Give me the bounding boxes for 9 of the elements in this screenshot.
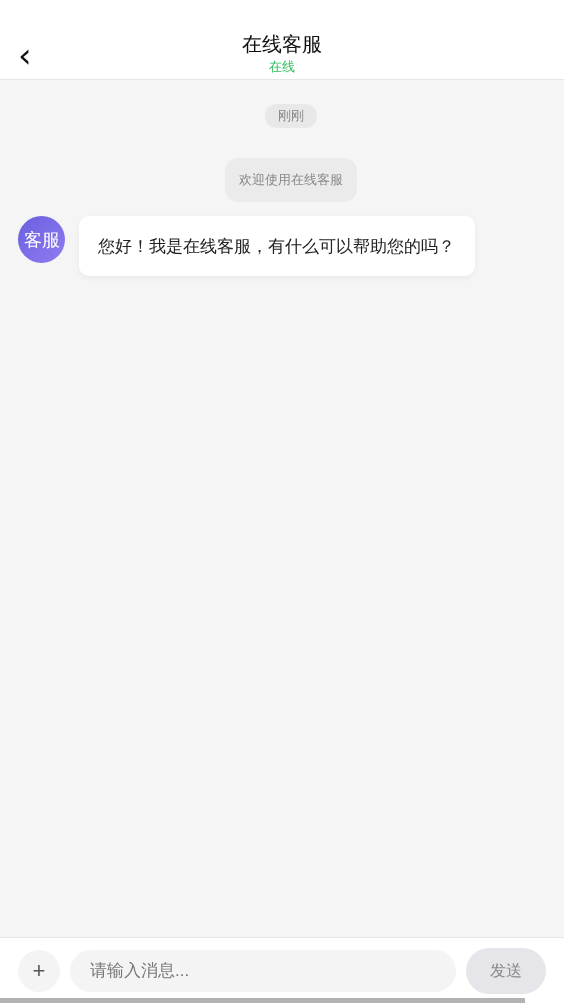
system-message: 欢迎使用在线客服 [225,158,357,202]
message-input[interactable]: 请输入消息... [70,950,456,992]
chat-title: 在线客服 [242,31,322,57]
online-status: 在线 [269,58,295,76]
agent-avatar: 客服 [18,216,65,263]
timestamp-pill: 刚刚 [265,104,317,128]
back-button[interactable]: ‹ [12,38,38,72]
message-bubble: 您好！我是在线客服，有什么可以帮助您的吗？ [79,216,475,276]
add-button[interactable]: + [18,950,60,992]
